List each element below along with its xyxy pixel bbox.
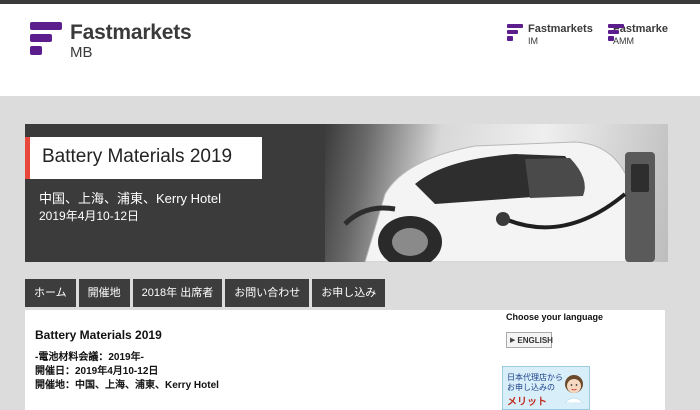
fastmarkets-amm-logo[interactable]: Fastmarkets AMM — [608, 24, 668, 46]
hero-location: 中国、上海、浦東、Kerry Hotel — [39, 191, 222, 206]
agent-banner-line3: メリット — [507, 397, 547, 408]
partner-logo-sub: IM — [528, 36, 538, 46]
fastmarkets-im-logo[interactable]: Fastmarkets IM — [507, 24, 593, 46]
nav-item-2018-attendees[interactable]: 2018年 出席者 — [132, 279, 223, 307]
logo-name: Fastmarkets — [70, 21, 192, 44]
japan-agent-banner[interactable]: 日本代理店から お申し込みの メリット — [502, 366, 590, 410]
content-subtitle: -電池材料会議：2019年- — [35, 352, 144, 363]
logo-sub: MB — [70, 44, 93, 61]
content-event-venue: 開催地：中国、上海、浦東、Kerry Hotel — [35, 380, 219, 391]
english-button-label: ENGLISH — [517, 335, 553, 345]
hero-title: Battery Materials 2019 — [42, 146, 233, 167]
fastmarkets-logo-mark-icon — [507, 24, 523, 42]
electric-car-charging-image — [325, 124, 668, 262]
site-header: Fastmarkets MB Fastmarkets IM Fastmarket… — [0, 4, 700, 96]
language-label: Choose your language — [506, 312, 604, 322]
woman-illustration-icon — [564, 375, 584, 403]
hero-banner: Battery Materials 2019 中国、上海、浦東、Kerry Ho… — [25, 124, 668, 262]
hero-title-box: Battery Materials 2019 — [25, 137, 262, 179]
nav-item-contact[interactable]: お問い合わせ — [225, 279, 310, 307]
partner-logo-sub: AMM — [613, 36, 634, 46]
nav-item-venue[interactable]: 開催地 — [78, 279, 130, 307]
content-title: Battery Materials 2019 — [35, 328, 162, 342]
nav-item-register[interactable]: お申し込み — [312, 279, 386, 307]
hero-date: 2019年4月10-12日 — [39, 209, 140, 223]
english-language-button[interactable]: ▶ ENGLISH — [506, 332, 553, 348]
content-event-date: 開催日：2019年4月10-12日 — [35, 366, 159, 377]
main-nav: ホーム 開催地 2018年 出席者 お問い合わせ お申し込み — [25, 279, 388, 307]
fastmarkets-logo-mark-icon — [30, 22, 62, 56]
partner-logo-name: Fastmarkets — [528, 24, 593, 35]
arrow-right-icon: ▶ — [510, 337, 516, 344]
agent-banner-line2: お申し込みの — [507, 383, 555, 392]
nav-item-home[interactable]: ホーム — [25, 279, 76, 307]
fastmarkets-mb-logo[interactable]: Fastmarkets MB — [30, 22, 192, 60]
